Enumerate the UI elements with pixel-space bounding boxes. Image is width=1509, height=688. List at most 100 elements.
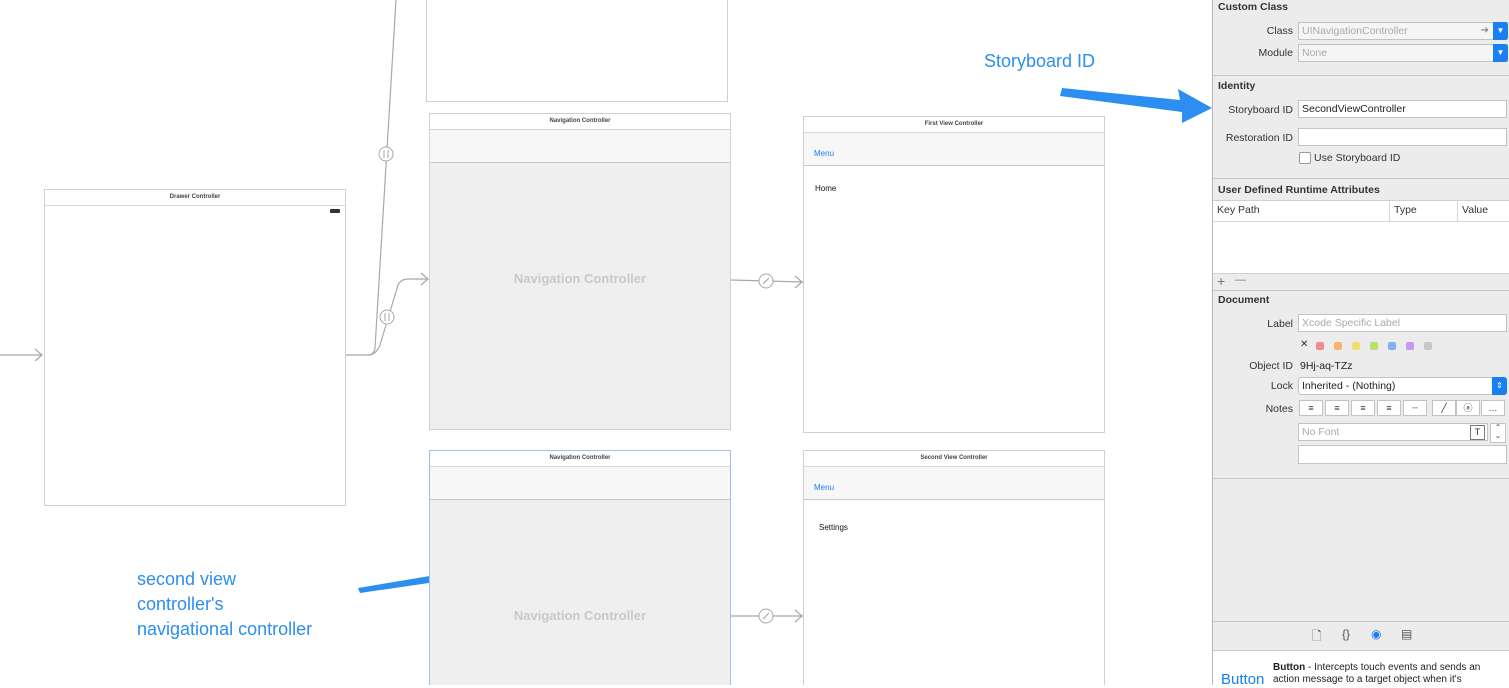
divider bbox=[1213, 75, 1509, 76]
navigation-controller-placeholder: Navigation Controller bbox=[513, 608, 647, 623]
value-column-header[interactable]: Value bbox=[1462, 204, 1488, 216]
media-library-icon[interactable]: ▤ bbox=[1401, 627, 1412, 641]
label-color-swatch[interactable] bbox=[1316, 342, 1324, 350]
module-label: Module bbox=[1258, 47, 1293, 59]
font-picker-icon[interactable]: T bbox=[1470, 425, 1485, 440]
clear-label-color-icon[interactable]: ✕ bbox=[1300, 339, 1308, 350]
align-natural-icon[interactable]: ┄ bbox=[1403, 400, 1427, 416]
align-right-icon[interactable]: ≡ bbox=[1351, 400, 1375, 416]
font-size-stepper-icon[interactable]: ⌃ ⌄ bbox=[1490, 423, 1506, 443]
object-id-label: Object ID bbox=[1249, 360, 1293, 372]
module-field[interactable]: None ▼ bbox=[1298, 44, 1508, 62]
label-color-swatch[interactable] bbox=[1424, 342, 1432, 350]
lock-label: Lock bbox=[1270, 380, 1293, 392]
more-options-icon[interactable]: … bbox=[1481, 400, 1505, 416]
file-template-icon[interactable]: 🗋 bbox=[1312, 627, 1322, 648]
custom-class-section-title: Custom Class bbox=[1218, 1, 1289, 13]
navigation-controller-body: Navigation Controller bbox=[430, 500, 730, 685]
xcode-label-field[interactable]: Xcode Specific Label bbox=[1298, 314, 1507, 332]
chevron-down-icon[interactable]: ▼ bbox=[1493, 22, 1508, 40]
align-left-icon[interactable]: ≡ bbox=[1299, 400, 1323, 416]
module-value: None bbox=[1302, 47, 1328, 59]
notes-label: Notes bbox=[1265, 403, 1293, 415]
navigation-controller-top-title: Navigation Controller bbox=[430, 114, 730, 130]
storyboard-id-annotation: Storyboard ID bbox=[984, 51, 1096, 71]
navigation-bar[interactable] bbox=[430, 467, 730, 500]
drawer-controller-title: Drawer Controller bbox=[45, 190, 345, 206]
font-field[interactable]: No Font T bbox=[1298, 423, 1488, 441]
menu-bar-button[interactable]: Menu bbox=[814, 483, 834, 492]
library-item-description: Button - Intercepts touch events and sen… bbox=[1273, 662, 1481, 685]
second-view-controller-title: Second View Controller bbox=[804, 451, 1104, 467]
xcode-label-placeholder: Xcode Specific Label bbox=[1302, 317, 1401, 329]
storyboard-id-field[interactable]: SecondViewController bbox=[1298, 100, 1507, 118]
text-color-icon[interactable]: ╱ bbox=[1432, 400, 1456, 416]
use-storyboard-id-label: Use Storyboard ID bbox=[1314, 152, 1401, 164]
column-divider bbox=[1457, 201, 1458, 221]
divider bbox=[1213, 290, 1509, 291]
settings-cell-label[interactable]: Settings bbox=[819, 523, 848, 532]
button-preview: Button bbox=[1221, 671, 1265, 688]
lock-popup[interactable]: Inherited - (Nothing) ⇕ bbox=[1298, 377, 1507, 395]
second-nav-annotation-line3: navigational controller bbox=[137, 619, 313, 639]
partial-scene[interactable] bbox=[426, 0, 728, 102]
background-color-icon[interactable]: ⓐ bbox=[1456, 400, 1480, 416]
divider bbox=[1213, 478, 1509, 479]
identity-section-title: Identity bbox=[1218, 80, 1256, 92]
chevron-down-icon[interactable]: ▼ bbox=[1493, 44, 1508, 62]
type-column-header[interactable]: Type bbox=[1394, 204, 1417, 216]
font-placeholder: No Font bbox=[1302, 426, 1340, 438]
object-library-icon[interactable]: ◉ bbox=[1371, 627, 1381, 641]
storyboard-canvas[interactable]: Drawer Controller Navigation Controller … bbox=[0, 0, 1212, 685]
label-color-swatch[interactable] bbox=[1406, 342, 1414, 350]
storyboard-id-label: Storyboard ID bbox=[1228, 104, 1293, 116]
key-path-column-header[interactable]: Key Path bbox=[1217, 204, 1260, 216]
runtime-attributes-table[interactable]: Key Path Type Value bbox=[1213, 200, 1509, 274]
first-view-controller-title: First View Controller bbox=[804, 117, 1104, 133]
class-label: Class bbox=[1266, 25, 1293, 37]
notes-text-area[interactable] bbox=[1298, 445, 1507, 464]
divider bbox=[1213, 178, 1509, 179]
navigation-bar[interactable] bbox=[430, 130, 730, 163]
drawer-controller-scene[interactable]: Drawer Controller bbox=[44, 189, 346, 506]
library-item-text: Intercepts touch events and sends an act… bbox=[1273, 662, 1481, 685]
document-section-title: Document bbox=[1218, 294, 1270, 306]
second-nav-annotation-line2: controller's bbox=[137, 594, 224, 614]
navigation-controller-top-scene[interactable]: Navigation Controller Navigation Control… bbox=[429, 113, 731, 430]
chevron-updown-icon[interactable]: ⇕ bbox=[1492, 377, 1507, 395]
navigation-bar[interactable]: Menu bbox=[804, 133, 1104, 166]
navigation-controller-bottom-scene[interactable]: Navigation Controller Navigation Control… bbox=[429, 450, 731, 685]
navigation-controller-placeholder: Navigation Controller bbox=[513, 271, 647, 286]
table-header: Key Path Type Value bbox=[1213, 201, 1509, 222]
align-justify-icon[interactable]: ≡ bbox=[1377, 400, 1401, 416]
menu-bar-button[interactable]: Menu bbox=[814, 149, 834, 158]
navigation-controller-bottom-title: Navigation Controller bbox=[430, 451, 730, 467]
runtime-attributes-section-title: User Defined Runtime Attributes bbox=[1218, 184, 1380, 196]
label-color-swatch[interactable] bbox=[1370, 342, 1378, 350]
library-tab-bar bbox=[1213, 621, 1509, 650]
home-cell-label[interactable]: Home bbox=[815, 184, 836, 193]
label-color-swatch[interactable] bbox=[1352, 342, 1360, 350]
first-view-controller-scene[interactable]: First View Controller Menu Home bbox=[803, 116, 1105, 433]
label-color-swatch[interactable] bbox=[1334, 342, 1342, 350]
use-storyboard-id-checkbox[interactable] bbox=[1299, 152, 1311, 164]
object-id-value: 9Hj-aq-TZz bbox=[1300, 360, 1353, 372]
remove-attribute-button[interactable]: — bbox=[1235, 274, 1246, 286]
library-item-button[interactable]: Button Button - Intercepts touch events … bbox=[1213, 650, 1509, 688]
navigation-bar[interactable]: Menu bbox=[804, 467, 1104, 500]
code-snippet-icon[interactable]: {} bbox=[1342, 627, 1350, 641]
arrow-circle-icon[interactable]: ➔ bbox=[1481, 23, 1489, 39]
class-value: UINavigationController bbox=[1302, 25, 1408, 37]
second-view-controller-scene[interactable]: Second View Controller Menu Settings bbox=[803, 450, 1105, 685]
lock-value: Inherited - (Nothing) bbox=[1302, 380, 1396, 392]
second-nav-annotation-line1: second view bbox=[137, 569, 237, 589]
add-attribute-button[interactable]: + bbox=[1217, 273, 1225, 289]
column-divider bbox=[1389, 201, 1390, 221]
label-label: Label bbox=[1267, 318, 1293, 330]
battery-icon bbox=[330, 209, 340, 213]
restoration-id-field[interactable] bbox=[1298, 128, 1507, 146]
navigation-controller-body: Navigation Controller bbox=[430, 163, 730, 429]
class-field[interactable]: UINavigationController ➔ ▼ bbox=[1298, 22, 1508, 40]
label-color-swatch[interactable] bbox=[1388, 342, 1396, 350]
align-center-icon[interactable]: ≡ bbox=[1325, 400, 1349, 416]
